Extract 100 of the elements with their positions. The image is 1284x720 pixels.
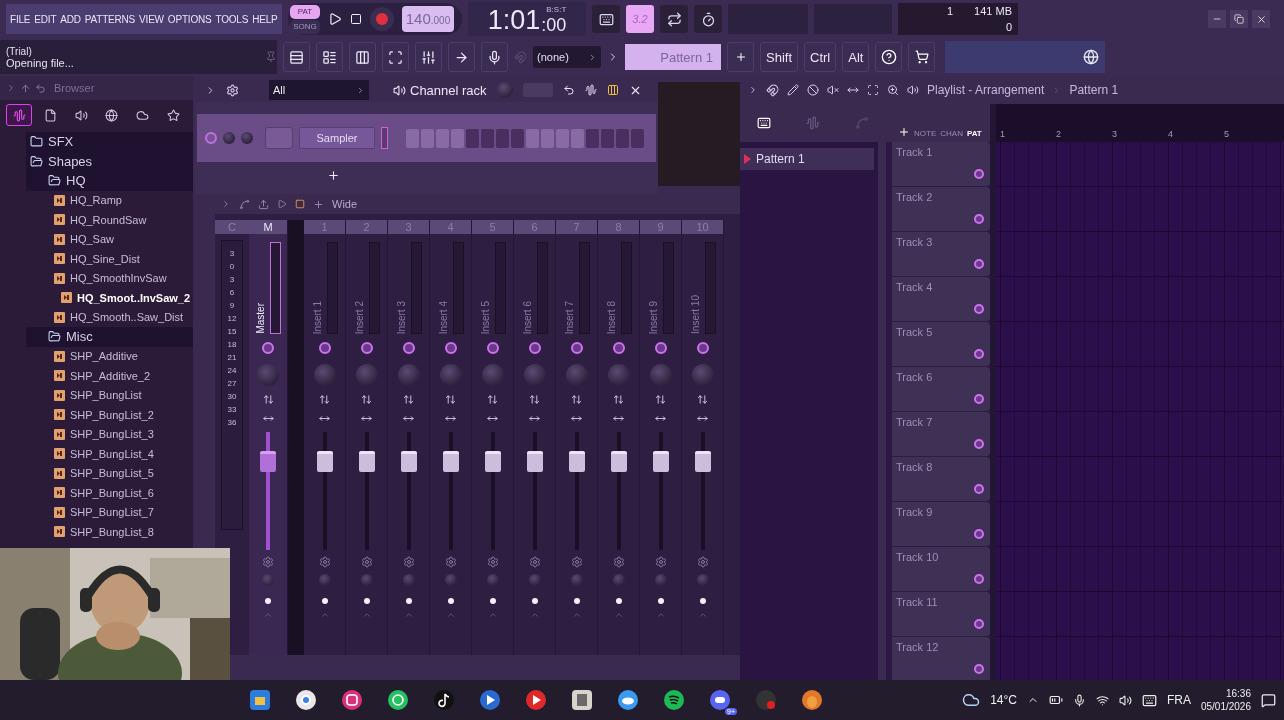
keyboard-icon[interactable] (1141, 692, 1157, 708)
sample-item[interactable]: HQ_Ramp (26, 190, 193, 210)
help-button[interactable] (875, 42, 903, 72)
track-header[interactable]: Track 12 (892, 637, 990, 680)
folder-item[interactable]: SFX (26, 132, 193, 152)
track-header[interactable]: Track 4 (892, 277, 990, 322)
stereo-icon[interactable] (571, 413, 582, 424)
note-icon[interactable] (433, 689, 455, 711)
folder-item[interactable]: Shapes (26, 151, 193, 171)
arrows-icon[interactable] (613, 394, 624, 405)
restore-button[interactable] (1230, 10, 1248, 28)
mixer-button[interactable] (415, 42, 442, 72)
cart-button[interactable] (908, 42, 936, 72)
globe-icon[interactable] (295, 689, 317, 711)
sample-item[interactable]: HQ_Smoot..InvSaw_2 (26, 288, 193, 308)
pattern-item[interactable]: Pattern 1 (740, 148, 874, 170)
track-header[interactable]: Track 7 (892, 412, 990, 457)
sample-item[interactable]: HQ_Smooth..Saw_Dist (26, 307, 193, 327)
track-header[interactable]: Track 1 (892, 142, 990, 187)
track-header[interactable]: Track 2 (892, 187, 990, 232)
stereo-icon[interactable] (487, 413, 498, 424)
modifier-key[interactable]: Shift (760, 42, 798, 72)
undo-icon[interactable] (562, 84, 575, 96)
stereo-icon[interactable] (445, 413, 456, 424)
menu-item[interactable]: FILE (9, 13, 32, 25)
record-dot[interactable] (573, 598, 580, 604)
arrows-icon[interactable] (529, 394, 540, 405)
folder-item[interactable]: Misc (26, 327, 193, 347)
record-dot[interactable] (265, 598, 271, 604)
minimize-button[interactable] (1208, 10, 1226, 28)
mic-icon[interactable] (1072, 693, 1086, 707)
play-icon[interactable] (525, 689, 547, 711)
filter-dropdown[interactable]: All (269, 80, 369, 100)
plus-icon[interactable] (313, 198, 324, 210)
window-icon[interactable] (571, 689, 593, 711)
record-dot[interactable] (531, 598, 538, 604)
up-icon[interactable] (20, 82, 31, 94)
browser-button[interactable] (283, 42, 310, 72)
piano-roll-button[interactable] (349, 42, 376, 72)
mode-toggle[interactable]: SONG (290, 19, 320, 34)
menu-item[interactable]: EDIT (33, 13, 58, 25)
channel-rack-button[interactable] (316, 42, 343, 72)
piano-icon[interactable] (757, 116, 772, 130)
mode-tab[interactable]: PAT (966, 129, 982, 138)
arrow-button[interactable] (448, 42, 475, 72)
sample-item[interactable]: SHP_BungList_5 (26, 463, 193, 483)
loop-icon[interactable] (666, 11, 682, 27)
zoom-icon[interactable] (887, 84, 899, 96)
arrows-icon[interactable] (697, 394, 708, 405)
battery-icon[interactable] (1048, 693, 1063, 707)
pin-icon[interactable] (265, 51, 277, 63)
fruit-icon[interactable] (801, 689, 823, 711)
fx-toggle[interactable] (318, 342, 331, 354)
ban-icon[interactable] (807, 84, 819, 96)
folder-item[interactable]: HQ (26, 171, 193, 191)
record-button[interactable] (370, 7, 394, 31)
menu-item[interactable]: ADD (59, 13, 82, 25)
keyboard-icon[interactable] (598, 11, 614, 27)
arrows-icon[interactable] (262, 394, 274, 405)
clock[interactable]: 16:36 05/01/2026 (1200, 688, 1251, 712)
speaker-icon[interactable] (907, 84, 919, 96)
arrows-icon[interactable] (403, 394, 414, 405)
close-button[interactable] (1252, 10, 1270, 28)
fx-toggle[interactable] (696, 342, 709, 354)
menu-item[interactable]: VIEW (138, 13, 165, 25)
stereo-icon[interactable] (529, 413, 540, 424)
arrows-icon[interactable] (487, 394, 498, 405)
fx-toggle[interactable] (360, 342, 373, 354)
grid-icon[interactable] (606, 84, 619, 96)
weather-text[interactable]: 14°C (990, 693, 1017, 707)
browser-tab[interactable] (6, 104, 33, 126)
pencil-icon[interactable] (787, 84, 799, 96)
stereo-icon[interactable] (361, 413, 372, 424)
sample-item[interactable]: SHP_BungList_8 (26, 522, 193, 542)
record-dot[interactable] (321, 598, 328, 604)
arrows-icon[interactable] (655, 394, 666, 405)
arrows-icon[interactable] (445, 394, 456, 405)
sample-item[interactable]: HQ_Saw (26, 229, 193, 249)
stereo-icon[interactable] (613, 413, 624, 424)
add-track-icon[interactable] (898, 126, 910, 138)
select-icon[interactable] (867, 84, 879, 96)
play-icon[interactable] (328, 12, 342, 26)
keyboard-toggle[interactable] (592, 5, 620, 33)
notification-icon[interactable] (1261, 692, 1276, 708)
preset-label[interactable]: Wide (332, 198, 358, 210)
metronome-toggle[interactable] (694, 5, 722, 33)
input-dropdown[interactable]: (none) (533, 46, 601, 68)
record-dot[interactable] (657, 598, 664, 604)
square-icon[interactable] (295, 199, 305, 209)
speaker-icon[interactable] (393, 83, 406, 97)
modifier-key[interactable]: Alt (842, 42, 870, 72)
sample-item[interactable]: SHP_BungList (26, 385, 193, 405)
graph-icon[interactable] (584, 84, 597, 96)
fx-toggle[interactable] (444, 342, 457, 354)
upload-icon[interactable] (258, 198, 269, 210)
sample-item[interactable]: SHP_Additive (26, 346, 193, 366)
phone-icon[interactable] (387, 689, 409, 711)
metronome-icon[interactable] (700, 11, 716, 27)
record-dot[interactable] (699, 598, 706, 604)
record-dot[interactable] (615, 598, 622, 604)
